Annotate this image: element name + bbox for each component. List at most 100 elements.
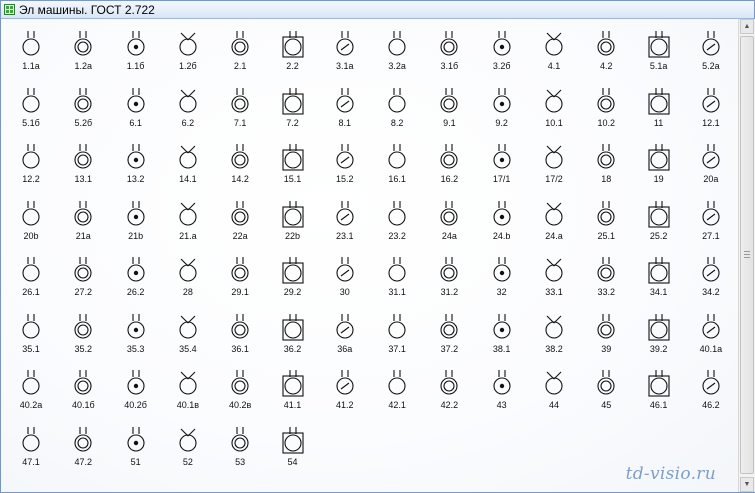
stencil-item[interactable]: 1.2а	[63, 23, 103, 75]
stencil-item[interactable]: 24а	[429, 193, 469, 245]
stencil-item[interactable]: 5.1б	[11, 80, 51, 132]
stencil-item[interactable]: 46.1	[639, 362, 679, 414]
stencil-item[interactable]: 40.2б	[116, 362, 156, 414]
stencil-item[interactable]: 5.2б	[63, 80, 103, 132]
stencil-item[interactable]: 40.1б	[63, 362, 103, 414]
stencil-item[interactable]: 3.1б	[429, 23, 469, 75]
stencil-item[interactable]: 12.2	[11, 136, 51, 188]
vertical-scrollbar[interactable]: ▲ ▼	[738, 19, 755, 492]
stencil-item[interactable]: 10.2	[586, 80, 626, 132]
stencil-item[interactable]: 11	[639, 80, 679, 132]
stencil-item[interactable]: 39	[586, 306, 626, 358]
stencil-item[interactable]: 18	[586, 136, 626, 188]
stencil-item[interactable]: 24.b	[482, 193, 522, 245]
stencil-item[interactable]: 29.2	[273, 249, 313, 301]
stencil-item[interactable]: 46.2	[691, 362, 731, 414]
stencil-item[interactable]: 13.1	[63, 136, 103, 188]
stencil-item[interactable]: 35.4	[168, 306, 208, 358]
stencil-item[interactable]: 26.1	[11, 249, 51, 301]
stencil-item[interactable]: 2.1	[220, 23, 260, 75]
stencil-item[interactable]: 43	[482, 362, 522, 414]
stencil-item[interactable]: 42.1	[377, 362, 417, 414]
stencil-item[interactable]: 40.1в	[168, 362, 208, 414]
stencil-item[interactable]: 34.1	[639, 249, 679, 301]
stencil-item[interactable]: 36.1	[220, 306, 260, 358]
stencil-item[interactable]: 6.2	[168, 80, 208, 132]
stencil-item[interactable]: 41.1	[273, 362, 313, 414]
stencil-item[interactable]: 5.2а	[691, 23, 731, 75]
stencil-item[interactable]: 27.2	[63, 249, 103, 301]
stencil-item[interactable]: 15.1	[273, 136, 313, 188]
stencil-item[interactable]: 3.2а	[377, 23, 417, 75]
stencil-item[interactable]: 1.1а	[11, 23, 51, 75]
stencil-item[interactable]: 36.2	[273, 306, 313, 358]
stencil-item[interactable]: 17/2	[534, 136, 574, 188]
stencil-item[interactable]: 14.1	[168, 136, 208, 188]
stencil-item[interactable]: 30	[325, 249, 365, 301]
stencil-item[interactable]: 10.1	[534, 80, 574, 132]
stencil-item[interactable]: 16.1	[377, 136, 417, 188]
stencil-item[interactable]: 35.2	[63, 306, 103, 358]
stencil-item[interactable]: 23.1	[325, 193, 365, 245]
stencil-item[interactable]: 47.2	[63, 419, 103, 471]
stencil-item[interactable]: 2.2	[273, 23, 313, 75]
stencil-item[interactable]: 29.1	[220, 249, 260, 301]
stencil-item[interactable]: 16.2	[429, 136, 469, 188]
stencil-item[interactable]: 40.1а	[691, 306, 731, 358]
stencil-item[interactable]: 35.3	[116, 306, 156, 358]
stencil-item[interactable]: 6.1	[116, 80, 156, 132]
stencil-item[interactable]: 25.2	[639, 193, 679, 245]
scroll-down-button[interactable]: ▼	[740, 477, 754, 492]
stencil-item[interactable]: 44	[534, 362, 574, 414]
stencil-item[interactable]: 53	[220, 419, 260, 471]
stencil-item[interactable]: 40.2а	[11, 362, 51, 414]
stencil-item[interactable]: 21b	[116, 193, 156, 245]
stencil-item[interactable]: 52	[168, 419, 208, 471]
stencil-item[interactable]: 47.1	[11, 419, 51, 471]
stencil-item[interactable]: 37.1	[377, 306, 417, 358]
stencil-item[interactable]: 17/1	[482, 136, 522, 188]
stencil-item[interactable]: 1.2б	[168, 23, 208, 75]
stencil-item[interactable]: 12.1	[691, 80, 731, 132]
stencil-item[interactable]: 4.1	[534, 23, 574, 75]
stencil-item[interactable]: 42.2	[429, 362, 469, 414]
stencil-item[interactable]: 39.2	[639, 306, 679, 358]
stencil-item[interactable]: 7.1	[220, 80, 260, 132]
stencil-item[interactable]: 33.2	[586, 249, 626, 301]
stencil-item[interactable]: 8.1	[325, 80, 365, 132]
stencil-item[interactable]: 40.2в	[220, 362, 260, 414]
title-bar[interactable]: Эл машины. ГОСТ 2.722	[1, 1, 754, 19]
scroll-up-button[interactable]: ▲	[740, 19, 754, 34]
stencil-item[interactable]: 19	[639, 136, 679, 188]
stencil-item[interactable]: 3.1а	[325, 23, 365, 75]
stencil-item[interactable]: 38.1	[482, 306, 522, 358]
stencil-item[interactable]: 14.2	[220, 136, 260, 188]
stencil-item[interactable]: 35.1	[11, 306, 51, 358]
stencil-item[interactable]: 33.1	[534, 249, 574, 301]
stencil-item[interactable]: 22b	[273, 193, 313, 245]
stencil-item[interactable]: 9.2	[482, 80, 522, 132]
scroll-thumb[interactable]	[740, 36, 754, 474]
stencil-item[interactable]: 8.2	[377, 80, 417, 132]
stencil-item[interactable]: 51	[116, 419, 156, 471]
stencil-item[interactable]: 31.2	[429, 249, 469, 301]
stencil-item[interactable]: 34.2	[691, 249, 731, 301]
stencil-item[interactable]: 13.2	[116, 136, 156, 188]
stencil-item[interactable]: 20а	[691, 136, 731, 188]
stencil-item[interactable]: 32	[482, 249, 522, 301]
stencil-item[interactable]: 7.2	[273, 80, 313, 132]
stencil-item[interactable]: 23.2	[377, 193, 417, 245]
stencil-item[interactable]: 41.2	[325, 362, 365, 414]
stencil-item[interactable]: 24.а	[534, 193, 574, 245]
stencil-item[interactable]: 9.1	[429, 80, 469, 132]
stencil-item[interactable]: 4.2	[586, 23, 626, 75]
stencil-item[interactable]: 3.2б	[482, 23, 522, 75]
stencil-item[interactable]: 21а	[63, 193, 103, 245]
stencil-item[interactable]: 25.1	[586, 193, 626, 245]
stencil-item[interactable]: 15.2	[325, 136, 365, 188]
stencil-item[interactable]: 26.2	[116, 249, 156, 301]
stencil-item[interactable]: 36а	[325, 306, 365, 358]
stencil-item[interactable]: 1.1б	[116, 23, 156, 75]
stencil-item[interactable]: 27.1	[691, 193, 731, 245]
stencil-item[interactable]: 5.1а	[639, 23, 679, 75]
